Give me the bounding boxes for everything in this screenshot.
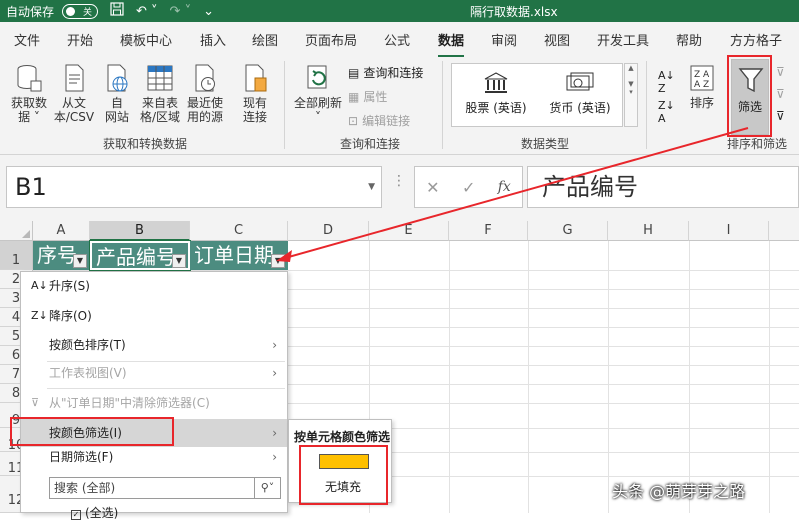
watermark: 头条 @萌芽芽之路 bbox=[612, 482, 746, 501]
annotation-arrow bbox=[276, 127, 749, 262]
